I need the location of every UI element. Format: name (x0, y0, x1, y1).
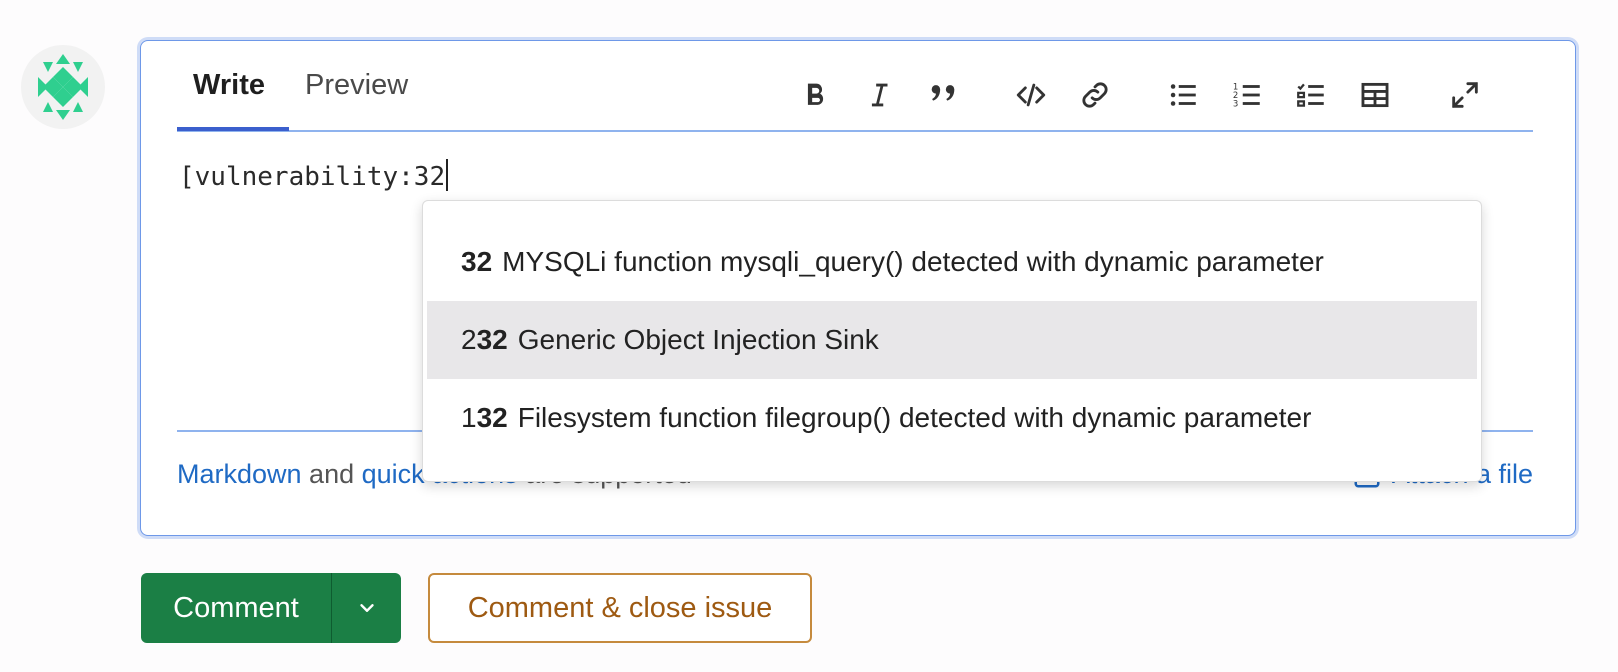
code-icon[interactable] (1011, 75, 1051, 115)
fullscreen-icon[interactable] (1445, 75, 1485, 115)
text-caret (446, 159, 449, 191)
task-list-icon[interactable] (1291, 75, 1331, 115)
italic-icon[interactable] (859, 75, 899, 115)
autocomplete-item-selected[interactable]: 232 Generic Object Injection Sink (427, 301, 1477, 379)
quote-icon[interactable] (923, 75, 963, 115)
numbered-list-icon[interactable]: 123 (1227, 75, 1267, 115)
autocomplete-item-id: 232 (461, 324, 508, 355)
comment-button[interactable]: Comment (141, 573, 331, 643)
tab-divider (177, 130, 1533, 132)
svg-text:3: 3 (1233, 99, 1238, 109)
comment-textarea[interactable]: [vulnerability:32 (179, 159, 449, 192)
autocomplete-item[interactable]: 132 Filesystem function filegroup() dete… (427, 379, 1477, 457)
comment-options-button[interactable] (332, 573, 401, 643)
table-icon[interactable] (1355, 75, 1395, 115)
avatar[interactable] (20, 44, 106, 130)
autocomplete-item-title: Filesystem function filegroup() detected… (517, 402, 1312, 433)
autocomplete-item-id: 32 (461, 246, 493, 277)
autocomplete-item-id: 132 (461, 402, 508, 433)
help-and: and (301, 459, 362, 489)
comment-split-button: Comment (141, 573, 401, 643)
link-icon[interactable] (1075, 75, 1115, 115)
markdown-link[interactable]: Markdown (177, 459, 302, 489)
autocomplete-item-title: MYSQLi function mysqli_query() detected … (502, 246, 1324, 277)
tab-preview[interactable]: Preview (305, 69, 408, 102)
autocomplete-dropdown: 32 MYSQLi function mysqli_query() detect… (422, 200, 1482, 482)
tab-write[interactable]: Write (193, 69, 265, 102)
comment-close-issue-button[interactable]: Comment & close issue (428, 573, 812, 643)
bold-icon[interactable] (795, 75, 835, 115)
comment-text: [vulnerability:32 (179, 162, 446, 192)
autocomplete-item[interactable]: 32 MYSQLi function mysqli_query() detect… (427, 223, 1477, 301)
bullet-list-icon[interactable] (1163, 75, 1203, 115)
autocomplete-item-title: Generic Object Injection Sink (517, 324, 879, 355)
chevron-down-icon (359, 604, 374, 612)
active-tab-indicator (177, 127, 289, 131)
